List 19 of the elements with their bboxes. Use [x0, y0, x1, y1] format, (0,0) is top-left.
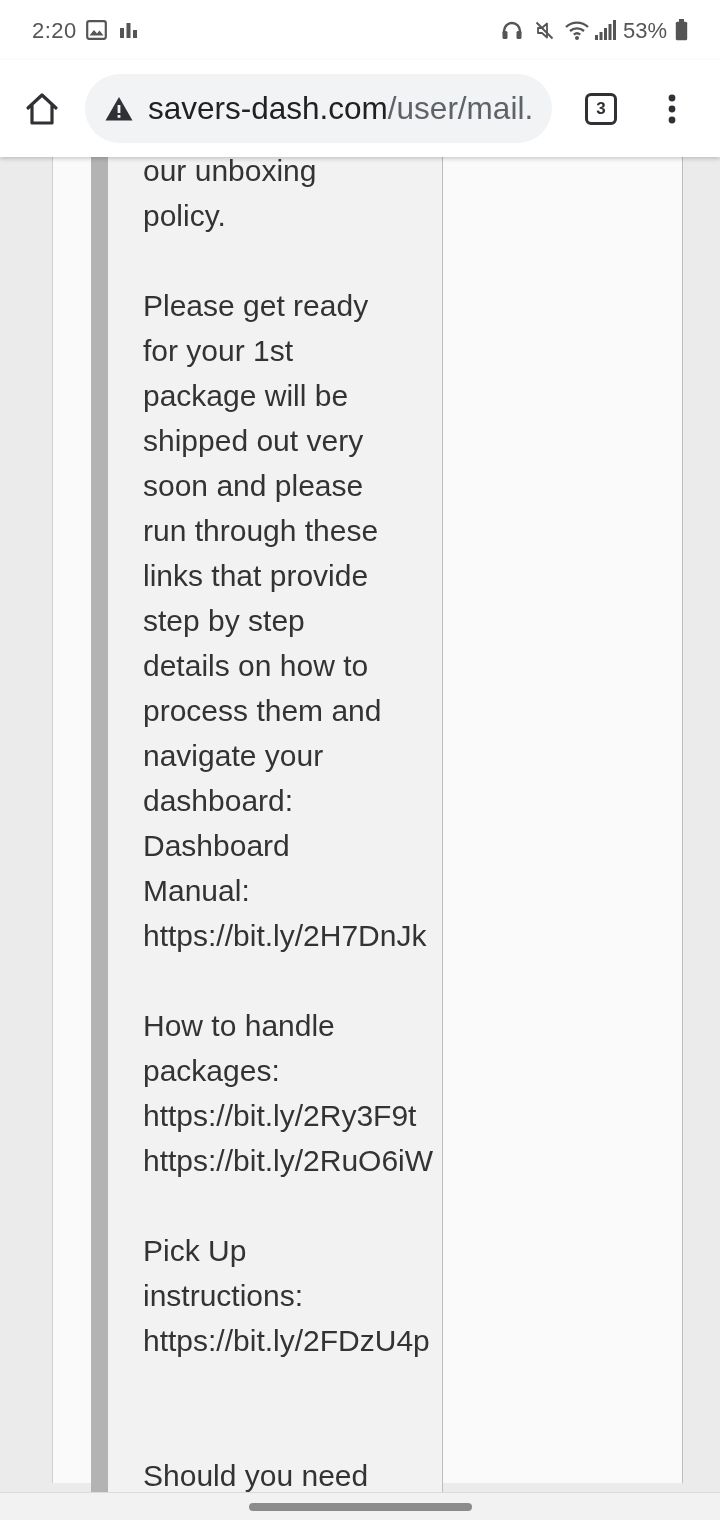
- muted-speaker-icon: [534, 20, 554, 40]
- equalizer-bars-icon: [119, 22, 137, 38]
- message-paragraph: Pick Up instructions: https://bit.ly/2FDzU4p: [143, 1233, 430, 1359]
- address-field[interactable]: savers-dash.com/user/mail.: [85, 74, 552, 143]
- cell-signal-icon: [594, 20, 617, 40]
- status-time: 2:20: [32, 16, 77, 45]
- navigation-handle[interactable]: [248, 1502, 472, 1511]
- battery-icon: [675, 19, 688, 41]
- tab-switcher-button[interactable]: 3: [585, 92, 617, 125]
- headphones-icon: [501, 21, 522, 39]
- wifi-icon: [564, 20, 589, 40]
- message-paragraph: Please get ready for your 1st package will be shipped out very soon and please run through these links that provide step by step details on how to process them and navigate your dashboard: Dashboard Manual: https://bit.ly/2H7DnJk: [143, 288, 427, 954]
- warning-icon: [105, 96, 133, 121]
- message-paragraph: How to handle packages: https://bit.ly/2Ry3F9t https://bit.ly/2RuO6iW: [143, 1008, 434, 1179]
- message-paragraph: Should you need: [143, 1458, 369, 1492]
- home-icon[interactable]: [25, 91, 59, 126]
- image-icon: [85, 20, 107, 40]
- message-paragraph: our unboxing policy.: [143, 157, 317, 234]
- battery-percentage: 53%: [622, 16, 667, 45]
